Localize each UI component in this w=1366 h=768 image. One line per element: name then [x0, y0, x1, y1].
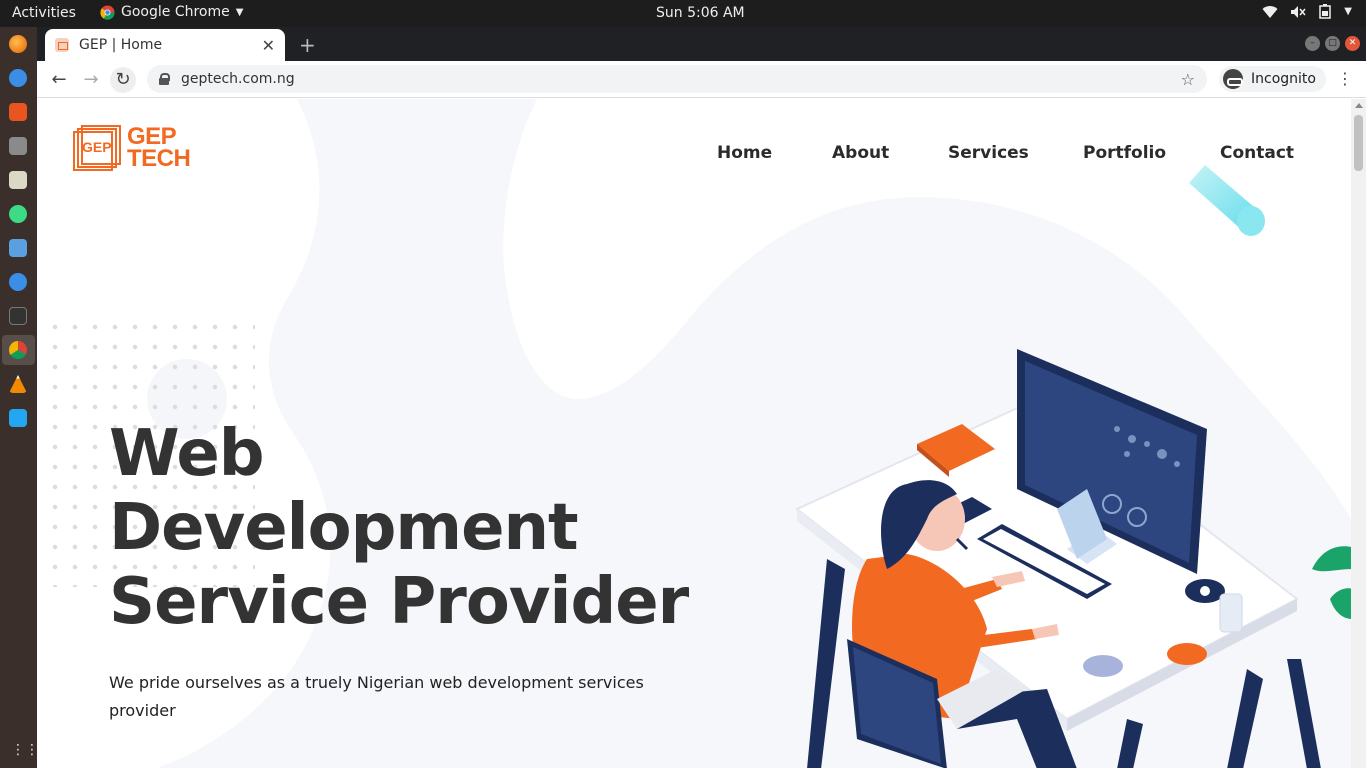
hero-title-line-1: Web	[109, 417, 265, 491]
battery-icon	[1319, 4, 1332, 19]
incognito-icon	[1223, 69, 1243, 89]
activities-button[interactable]: Activities	[12, 5, 76, 21]
scrollbar-thumb[interactable]	[1354, 115, 1363, 171]
lock-icon[interactable]	[159, 73, 170, 85]
wifi-icon	[1262, 5, 1278, 18]
app-menu[interactable]: Google Chrome ▼	[100, 4, 243, 20]
address-bar[interactable]: geptech.com.ng ☆	[147, 65, 1207, 93]
firefox-icon[interactable]	[9, 35, 27, 53]
nav-portfolio[interactable]: Portfolio	[1083, 143, 1166, 163]
vscode-icon[interactable]	[9, 409, 27, 427]
system-top-bar: Activities Google Chrome ▼ Sun 5:06 AM ▼	[0, 0, 1366, 27]
disk-icon[interactable]	[9, 171, 27, 189]
hero-illustration	[795, 349, 1321, 768]
terminal-icon[interactable]	[9, 307, 27, 325]
tray-chevron-icon: ▼	[1344, 6, 1352, 17]
minimize-button[interactable]: –	[1305, 36, 1320, 51]
system-tray[interactable]: ▼	[1262, 4, 1352, 19]
close-window-button[interactable]: ✕	[1345, 36, 1360, 51]
window-controls: – □ ✕	[1305, 36, 1360, 51]
hero-subtitle: We pride ourselves as a truely Nigerian …	[109, 673, 644, 720]
logo-line-2: TECH	[127, 145, 191, 172]
logo-mark: GEP	[73, 125, 121, 171]
url-text[interactable]: geptech.com.ng	[181, 71, 295, 87]
tab-title: GEP | Home	[79, 37, 163, 53]
hero-title: Web Development Service Provider	[109, 417, 689, 639]
close-tab-icon[interactable]: ✕	[262, 36, 275, 55]
clock[interactable]: Sun 5:06 AM	[656, 5, 745, 21]
back-button[interactable]: ←	[46, 67, 72, 93]
volume-muted-icon	[1291, 5, 1306, 18]
incognito-label: Incognito	[1251, 71, 1316, 87]
new-tab-button[interactable]: +	[299, 33, 316, 57]
tab-active[interactable]: GEP | Home ✕	[45, 29, 285, 61]
text-editor-icon[interactable]	[9, 239, 27, 257]
forward-button[interactable]: →	[78, 67, 104, 93]
nav-about[interactable]: About	[832, 143, 889, 163]
android-studio-icon[interactable]	[9, 205, 27, 223]
chrome-window: GEP | Home ✕ + – □ ✕ ← → ↻ geptech.com.n…	[37, 27, 1366, 768]
browser-menu-icon[interactable]: ⋮	[1337, 69, 1353, 88]
chrome-dock-icon[interactable]	[9, 341, 27, 359]
scroll-up-icon[interactable]	[1355, 103, 1363, 108]
app-name: Google Chrome	[121, 4, 230, 20]
software-center-icon[interactable]	[9, 103, 27, 121]
thunderbird-icon[interactable]	[9, 69, 27, 87]
reload-button[interactable]: ↻	[110, 67, 136, 93]
tab-strip: GEP | Home ✕ + – □ ✕	[37, 27, 1366, 61]
hero-title-line-2: Development	[109, 491, 579, 565]
bookmark-star-icon[interactable]: ☆	[1181, 70, 1195, 89]
logo-wordmark: GEP TECH	[127, 125, 191, 172]
chrome-icon	[100, 4, 115, 20]
hero-title-line-3: Service Provider	[109, 565, 689, 639]
logo-mark-text: GEP	[82, 139, 112, 155]
page-scrollbar[interactable]	[1351, 99, 1366, 768]
nav-home[interactable]: Home	[717, 143, 772, 163]
cylinder-decoration	[1189, 165, 1265, 236]
ubuntu-dock: ⋮⋮⋮	[0, 27, 53, 768]
site-logo[interactable]: GEP GEP TECH	[73, 125, 191, 172]
vlc-icon[interactable]	[9, 375, 27, 393]
incognito-indicator[interactable]: Incognito	[1219, 66, 1326, 92]
help-icon[interactable]	[9, 273, 27, 291]
chevron-down-icon: ▼	[235, 6, 244, 18]
browser-toolbar: ← → ↻ geptech.com.ng ☆ Incognito ⋮	[37, 61, 1366, 98]
plant-decoration	[1312, 546, 1352, 619]
nav-services[interactable]: Services	[948, 143, 1029, 163]
files-icon[interactable]	[9, 137, 27, 155]
maximize-button[interactable]: □	[1325, 36, 1340, 51]
page-viewport: GEP GEP TECH Home About Services Portfol…	[37, 99, 1366, 768]
site-favicon-icon	[55, 38, 69, 52]
